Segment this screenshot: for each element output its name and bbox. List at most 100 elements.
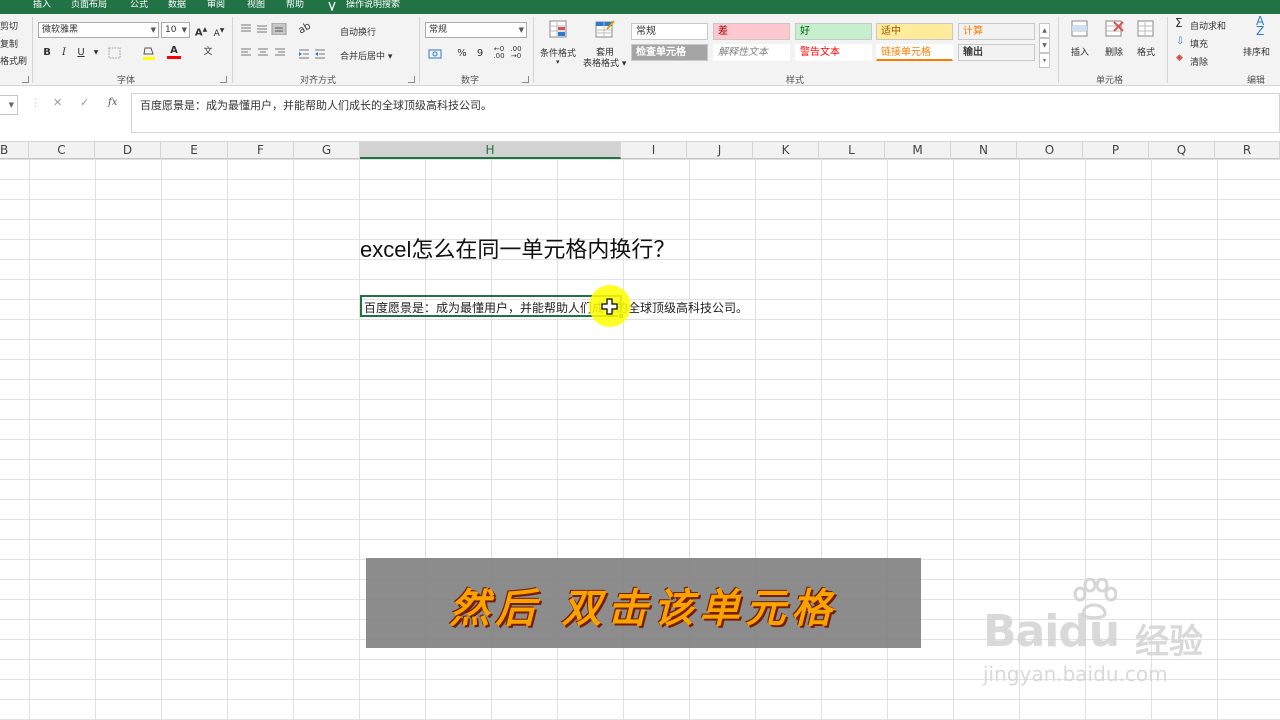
column-header[interactable]: C <box>29 142 95 159</box>
divider <box>533 17 534 83</box>
style-bad[interactable]: 差 <box>713 23 790 40</box>
insert-cells-button[interactable]: 插入 <box>1071 45 1089 58</box>
number-format-select[interactable]: 常规 ▼ <box>425 22 527 38</box>
wrap-text-button[interactable]: 自动换行 <box>340 25 376 38</box>
tab-page-layout[interactable]: 页面布局 <box>71 0 107 14</box>
column-header[interactable]: M <box>885 142 951 159</box>
currency-icon[interactable] <box>428 48 444 60</box>
clipboard-launcher[interactable] <box>22 76 29 83</box>
formula-input[interactable]: 百度愿景是：成为最懂用户，并能帮助人们成长的全球顶级高科技公司。 <box>131 93 1280 133</box>
column-header[interactable]: L <box>819 142 885 159</box>
style-calculation[interactable]: 计算 <box>958 23 1035 40</box>
tab-insert[interactable]: 插入 <box>33 0 51 14</box>
font-group-label: 字体 <box>117 76 136 86</box>
tab-review[interactable]: 审阅 <box>207 0 225 14</box>
autosum-button[interactable]: 自动求和 <box>1190 19 1226 32</box>
format-cells-icon[interactable] <box>1135 18 1157 40</box>
number-launcher[interactable] <box>522 76 529 83</box>
percent-button[interactable]: % <box>455 47 469 61</box>
grow-font-button[interactable]: A▲ <box>194 23 208 38</box>
phonetic-guide-icon[interactable]: 文 <box>201 45 215 59</box>
border-icon[interactable] <box>108 47 122 59</box>
column-header[interactable]: D <box>95 142 161 159</box>
comma-style-button[interactable]: 9 <box>473 47 487 61</box>
sort-filter-button[interactable]: 排序和 <box>1243 45 1270 58</box>
column-header[interactable]: Q <box>1149 142 1215 159</box>
column-header[interactable]: G <box>294 142 360 159</box>
font-color-button[interactable]: A <box>167 44 181 59</box>
sigma-icon[interactable]: Σ <box>1175 16 1183 30</box>
tab-formulas[interactable]: 公式 <box>130 0 148 14</box>
fill-button[interactable]: 填充 <box>1190 37 1208 50</box>
indent-icons[interactable] <box>298 48 328 60</box>
cut-button[interactable]: 剪切 <box>0 19 18 32</box>
fill-down-icon[interactable]: ⇩ <box>1176 36 1184 47</box>
styles-more[interactable]: ▾ <box>1039 53 1050 68</box>
italic-button[interactable]: I <box>57 46 71 60</box>
eraser-icon[interactable]: ◆ <box>1176 53 1183 63</box>
column-header[interactable]: N <box>951 142 1017 159</box>
cell-cursor-icon <box>601 298 618 315</box>
styles-scroll-up[interactable]: ▲ <box>1039 23 1050 38</box>
column-header[interactable]: O <box>1017 142 1083 159</box>
cancel-icon[interactable]: ✕ <box>53 96 62 109</box>
merge-center-button[interactable]: 合并后居中 ▾ <box>340 49 392 62</box>
styles-scroll-down[interactable]: ▼ <box>1039 38 1050 53</box>
shrink-font-button[interactable]: A▼ <box>212 24 226 39</box>
tab-view[interactable]: 视图 <box>247 0 265 14</box>
sort-filter-icon[interactable]: AZ <box>1256 15 1264 37</box>
conditional-format-icon[interactable] <box>548 19 570 41</box>
tab-data[interactable]: 数据 <box>168 0 186 14</box>
format-painter-button[interactable]: 格式刷 <box>0 54 27 67</box>
format-as-table-button[interactable]: 表格格式 ▾ <box>583 56 626 69</box>
underline-button[interactable]: U <box>74 46 88 60</box>
active-cell[interactable] <box>360 295 624 319</box>
delete-cells-button[interactable]: 删除 <box>1105 45 1123 58</box>
column-header[interactable]: F <box>228 142 294 159</box>
enter-icon[interactable]: ✓ <box>80 96 89 109</box>
decrease-decimal-icon[interactable]: .00 →0 <box>509 46 523 60</box>
copy-button[interactable]: 复制 <box>0 37 18 50</box>
delete-cells-icon[interactable] <box>1103 18 1125 40</box>
alignment-launcher[interactable] <box>408 76 415 83</box>
insert-function-icon[interactable]: fx <box>108 97 117 108</box>
style-neutral[interactable]: 适中 <box>876 23 953 40</box>
column-header[interactable]: B <box>0 142 29 159</box>
column-header[interactable]: J <box>687 142 753 159</box>
orientation-icon[interactable]: ab <box>295 19 314 38</box>
clear-button[interactable]: 清除 <box>1190 55 1208 68</box>
tell-me-search[interactable]: 操作说明搜索 <box>346 0 400 14</box>
tab-help[interactable]: 帮助 <box>286 0 304 14</box>
format-as-table-icon[interactable] <box>594 19 616 41</box>
column-header[interactable]: R <box>1215 142 1280 159</box>
font-name-select[interactable]: 微软雅黑 ▼ <box>38 22 159 38</box>
style-check-cell[interactable]: 检查单元格 <box>631 44 708 61</box>
watermark-logo: Baidu <box>983 606 1120 657</box>
style-linked-cell[interactable]: 链接单元格 <box>876 44 953 61</box>
style-good[interactable]: 好 <box>795 23 872 40</box>
horizontal-align-icons[interactable] <box>240 47 292 59</box>
column-header[interactable]: I <box>621 142 687 159</box>
caption-box: 然后 双击该单元格 <box>366 558 921 648</box>
divider <box>1167 17 1168 83</box>
vertical-align-icons[interactable] <box>240 23 292 35</box>
column-header-selected[interactable]: H <box>360 142 621 159</box>
insert-cells-icon[interactable] <box>1069 18 1091 40</box>
chevron-down-icon[interactable]: ▼ <box>89 46 103 60</box>
column-header[interactable]: K <box>753 142 819 159</box>
fill-color-icon[interactable] <box>141 45 157 61</box>
column-header[interactable]: E <box>161 142 228 159</box>
font-launcher[interactable] <box>220 76 227 83</box>
style-warning[interactable]: 警告文本 <box>795 44 872 61</box>
increase-decimal-icon[interactable]: ←0.00 <box>492 46 506 60</box>
format-cells-button[interactable]: 格式 <box>1137 45 1155 58</box>
style-normal[interactable]: 常规 <box>631 23 708 40</box>
style-output[interactable]: 输出 <box>958 44 1035 61</box>
font-size-select[interactable]: 10 ▼ <box>161 22 190 38</box>
bold-button[interactable]: B <box>40 46 54 60</box>
name-box[interactable]: ▼ <box>0 95 18 115</box>
sheet-title-cell[interactable]: excel怎么在同一单元格内换行？ <box>360 232 675 264</box>
column-header[interactable]: P <box>1083 142 1149 159</box>
chevron-down-icon[interactable]: ▾ <box>556 58 560 66</box>
style-explanatory[interactable]: 解释性文本 <box>713 44 790 61</box>
